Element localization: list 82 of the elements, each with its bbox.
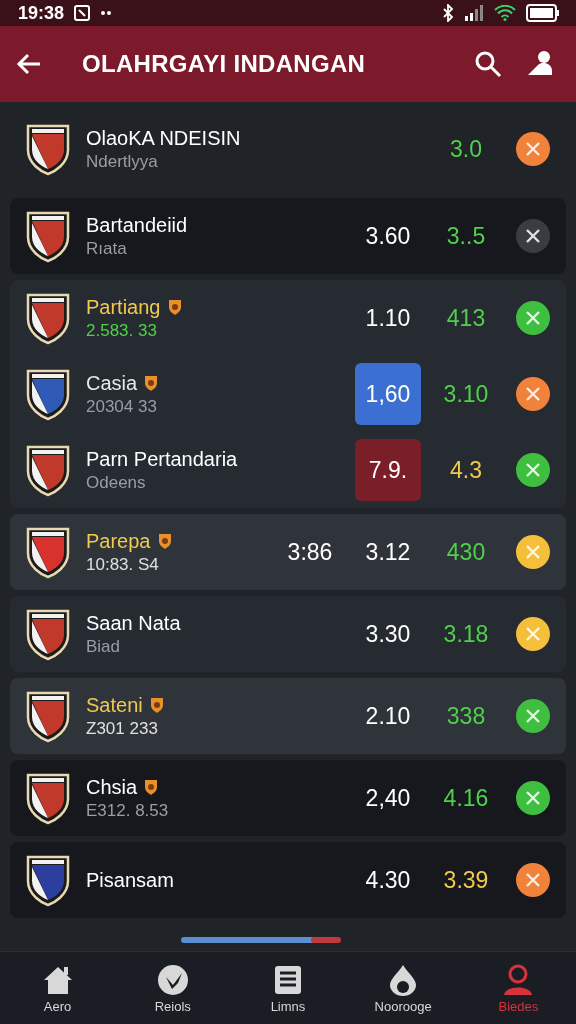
battery-icon — [526, 4, 560, 22]
odds-button[interactable]: 1.10 — [352, 287, 424, 349]
status-time: 19:38 — [18, 2, 65, 24]
close-icon — [524, 227, 542, 245]
odds-button[interactable]: 1,60 — [355, 363, 421, 425]
bluetooth-icon — [442, 4, 454, 22]
nav-tab[interactable]: Aero — [7, 961, 108, 1015]
odds-button[interactable]: 3..5 — [430, 205, 502, 267]
nav-tab[interactable]: Biedes — [468, 961, 569, 1015]
match-info: 2.583. 33 — [86, 320, 158, 341]
match-info: Z301 233 — [86, 718, 159, 739]
match-info: Biad — [86, 636, 122, 657]
signal-icon — [464, 5, 484, 21]
team-name: OlaoKA NDEISIN — [86, 126, 241, 150]
team-crest-icon — [24, 853, 72, 907]
close-button[interactable] — [516, 377, 550, 411]
team-crest-icon — [24, 291, 72, 345]
close-icon — [524, 789, 542, 807]
close-icon — [524, 140, 542, 158]
odds-button[interactable]: 3.18 — [430, 603, 502, 665]
odds-button[interactable]: 3.60 — [352, 205, 424, 267]
match-info: Ndertlyya — [86, 151, 159, 172]
odds-button[interactable]: 4.16 — [430, 767, 502, 829]
odds-button[interactable]: 4.3 — [430, 439, 502, 501]
team-crest-icon — [24, 443, 72, 497]
close-icon — [524, 543, 542, 561]
team-name: Chsia — [86, 775, 138, 799]
odds-button[interactable]: 3.30 — [352, 603, 424, 665]
team-name: Bartandeiid — [86, 213, 188, 237]
header-title: OLAHRGAYI INDANGAN — [82, 50, 366, 78]
nav-tab[interactable]: Noorooge — [353, 961, 454, 1015]
close-icon — [524, 707, 542, 725]
match-info: Odeens — [86, 472, 147, 493]
odds-button[interactable]: 413 — [430, 287, 502, 349]
close-button[interactable] — [516, 132, 550, 166]
team-name: Pisansam — [86, 868, 174, 892]
close-button[interactable] — [516, 535, 550, 569]
match-info: 10:83. S4 — [86, 554, 160, 575]
nav-tab[interactable]: Reiols — [122, 961, 223, 1015]
close-button[interactable] — [516, 863, 550, 897]
close-icon — [524, 385, 542, 403]
close-icon — [524, 309, 542, 327]
team-name: Parepa — [86, 529, 151, 553]
close-icon — [524, 625, 542, 643]
team-crest-icon — [24, 209, 72, 263]
team-crest-icon — [24, 367, 72, 421]
team-crest-icon — [24, 607, 72, 661]
close-icon — [524, 871, 542, 889]
close-button[interactable] — [516, 617, 550, 651]
match-info: Rıata — [86, 238, 128, 259]
team-crest-icon — [24, 122, 72, 176]
team-name: Parn Pertandaria — [86, 447, 238, 471]
close-button[interactable] — [516, 301, 550, 335]
more-icon — [100, 10, 113, 16]
team-name: Saan Nata — [86, 611, 181, 635]
odds-button[interactable]: 2,40 — [352, 767, 424, 829]
odds-button[interactable]: 3.39 — [430, 849, 502, 911]
match-info: E312. 8.53 — [86, 800, 170, 821]
team-crest-icon — [24, 525, 72, 579]
team-crest-icon — [24, 771, 72, 825]
odds-button[interactable]: 2.10 — [352, 685, 424, 747]
odds-button[interactable]: 338 — [430, 685, 502, 747]
odds-button[interactable]: 3.12 — [352, 521, 424, 583]
notification-icon — [74, 5, 91, 21]
close-button[interactable] — [516, 219, 550, 253]
team-name: Casia — [86, 371, 138, 395]
team-name: Partiang — [86, 295, 161, 319]
team-crest-icon — [24, 689, 72, 743]
close-icon — [524, 461, 542, 479]
odds-button[interactable]: 7.9. — [355, 439, 421, 501]
odds-button[interactable]: 3.0 — [430, 118, 502, 180]
odds-button[interactable]: 3:86 — [274, 521, 346, 583]
wifi-icon — [494, 5, 516, 21]
odds-button[interactable]: 4.30 — [352, 849, 424, 911]
close-button[interactable] — [516, 781, 550, 815]
odds-button[interactable]: 3.10 — [430, 363, 502, 425]
nav-tab[interactable]: Limns — [237, 961, 338, 1015]
close-button[interactable] — [516, 699, 550, 733]
match-info: 20304 33 — [86, 396, 158, 417]
team-name: Sateni — [86, 693, 143, 717]
close-button[interactable] — [516, 453, 550, 487]
odds-button[interactable]: 430 — [430, 521, 502, 583]
